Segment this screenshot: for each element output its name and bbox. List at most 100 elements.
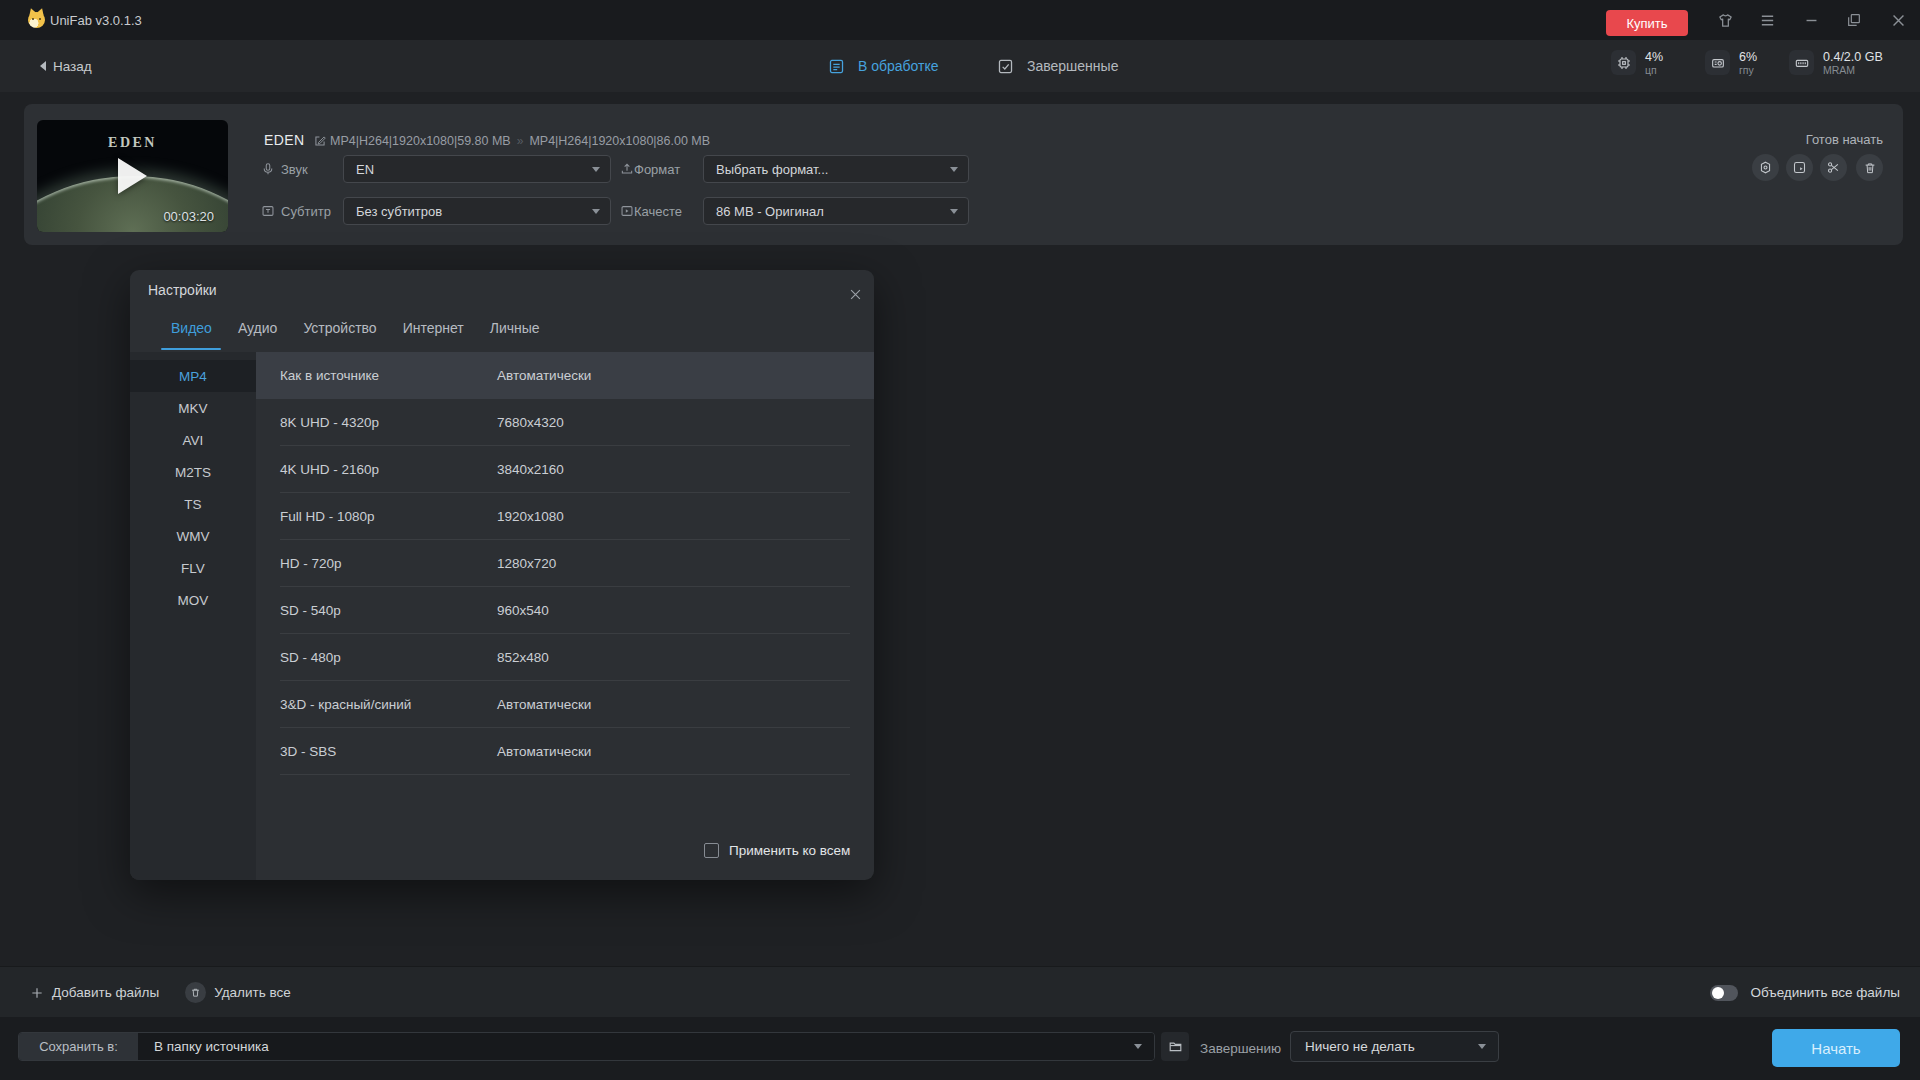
add-files-button[interactable]: Добавить файлы [30,985,159,1000]
edit-video-button[interactable] [1786,154,1813,181]
format-label: Формат [634,162,698,177]
cpu-icon [1611,50,1636,75]
save-to-control[interactable]: Сохранить в: В папку источника [18,1032,1155,1061]
toggle-knob [1712,987,1724,999]
audio-label: Звук [281,162,341,177]
resolution-row[interactable]: Full HD - 1080p1920x1080 [256,493,874,540]
theme-shirt-icon[interactable] [1716,11,1734,29]
format-item-mov[interactable]: MOV [130,584,256,616]
format-item-mkv[interactable]: MKV [130,392,256,424]
play-icon[interactable] [118,158,147,194]
quality-value: 86 MB - Оригинал [716,204,824,219]
resolution-value: 1280x720 [497,556,556,571]
apply-all-checkbox[interactable] [704,843,719,858]
subtitle-label: Субтитр [281,204,339,219]
on-finish-select[interactable]: Ничего не делать [1290,1031,1499,1062]
resolution-row[interactable]: Как в источникеАвтоматически [256,352,874,399]
rename-icon[interactable] [313,134,327,152]
resolution-row[interactable]: HD - 720p 1280x720 [256,540,874,587]
start-button[interactable]: Начать [1772,1029,1900,1067]
resolution-row[interactable]: 4K UHD - 2160p3840x2160 [256,446,874,493]
resolution-name: 8K UHD - 4320p [280,415,379,430]
app-logo-cat-icon [28,12,45,28]
file-toolbar: Добавить файлы Удалить все Объединить вс… [0,966,1920,1017]
delete-file-button[interactable] [1856,154,1883,181]
resolution-row[interactable]: SD - 540p960x540 [256,587,874,634]
format-item-mp4[interactable]: MP4 [130,360,256,392]
unifab-window: UniFab v3.0.1.3 Купить Назад В обработке [0,0,1920,1080]
resolution-name: HD - 720p [280,556,342,571]
close-icon[interactable] [1889,11,1907,29]
minimize-icon[interactable] [1802,11,1820,29]
app-title: UniFab v3.0.1.3 [50,13,142,28]
format-item-m2ts[interactable]: M2TS [130,456,256,488]
settings-tab-1[interactable]: Видео [171,320,212,350]
browse-folder-button[interactable] [1161,1032,1189,1061]
chevron-down-icon [592,167,600,172]
ram-label: MRAM [1823,64,1883,76]
back-label: Назад [53,59,92,74]
tab-completed[interactable]: Завершенные [997,40,1118,92]
format-item-avi[interactable]: AVI [130,424,256,456]
resolution-row[interactable]: 3D - SBSАвтоматически [256,728,874,775]
merge-label: Объединить все файлы [1750,985,1900,1000]
video-duration: 00:03:20 [163,209,214,224]
completed-check-icon [997,58,1014,75]
source-info: MP4|H264|1920x1080|59.80 MB [330,134,511,148]
resolution-value: 852x480 [497,650,549,665]
quality-label: Качесте [634,204,698,219]
settings-tab-5[interactable]: Личные [490,320,540,350]
resolution-name: 3&D - красный/синий [280,697,411,712]
settings-button[interactable] [1752,154,1779,181]
maximize-icon[interactable] [1845,11,1863,29]
delete-all-button[interactable]: Удалить все [185,982,291,1003]
chevron-down-icon [592,209,600,214]
tab-in-progress-label: В обработке [858,58,939,74]
dialog-title: Настройки [148,282,217,298]
format-item-ts[interactable]: TS [130,488,256,520]
quality-select[interactable]: 86 MB - Оригинал [703,197,969,225]
merge-toggle[interactable] [1710,985,1738,1001]
resolution-name: Full HD - 1080p [280,509,375,524]
video-thumbnail[interactable]: EDEN 00:03:20 [37,120,228,232]
settings-tab-4[interactable]: Интернет [403,320,464,350]
main-area: EDEN 00:03:20 EDEN MP4|H264|1920x1080|59… [0,92,1920,966]
bottom-bar: Сохранить в: В папку источника Завершени… [0,1017,1920,1080]
resolution-name: 3D - SBS [280,744,336,759]
tab-in-progress[interactable]: В обработке [828,40,939,92]
chevron-down-icon [950,167,958,172]
format-icon [620,162,634,180]
back-button[interactable]: Назад [40,40,92,92]
resolution-name: SD - 480p [280,650,341,665]
resolution-row[interactable]: 8K UHD - 4320p7680x4320 [256,399,874,446]
format-item-wmv[interactable]: WMV [130,520,256,552]
resolution-row[interactable]: SD - 480p 852x480 [256,634,874,681]
add-files-label: Добавить файлы [52,985,159,1000]
gpu-label: гпу [1739,64,1757,76]
audio-select[interactable]: EN [343,155,611,183]
format-select[interactable]: Выбрать формат... [703,155,969,183]
merge-files-control: Объединить все файлы [1710,967,1900,1018]
cpu-value: 4% [1645,50,1663,64]
trim-button[interactable] [1820,154,1847,181]
resolution-row[interactable]: 3&D - красный/синийАвтоматически [256,681,874,728]
save-to-select[interactable]: В папку источника [138,1033,1154,1060]
subtitle-select[interactable]: Без субтитров [343,197,611,225]
back-arrow-icon [40,61,46,71]
format-item-flv[interactable]: FLV [130,552,256,584]
menu-icon[interactable] [1758,11,1776,29]
dialog-close-icon[interactable] [846,285,864,303]
ram-icon [1789,50,1814,75]
resolution-list: Как в источникеАвтоматически8K UHD - 432… [256,352,874,775]
output-info: MP4|H264|1920x1080|86.00 MB [529,134,710,148]
delete-all-label: Удалить все [214,985,291,1000]
audio-value: EN [356,162,374,177]
file-meta: MP4|H264|1920x1080|59.80 MB » MP4|H264|1… [330,134,710,148]
settings-tab-2[interactable]: Аудио [238,320,278,350]
settings-dialog: Настройки Видео Аудио Устройство Интернет Ли… [130,270,874,880]
subtitle-value: Без субтитров [356,204,442,219]
buy-button[interactable]: Купить [1606,10,1688,36]
settings-tab-3[interactable]: Устройство [303,320,376,350]
chevron-down-icon [950,209,958,214]
thumbnail-title: EDEN [37,135,228,151]
